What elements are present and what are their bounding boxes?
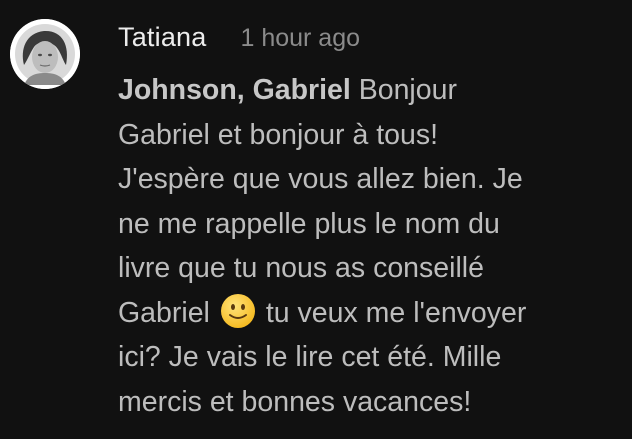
- avatar-photo: [10, 19, 80, 89]
- avatar[interactable]: [10, 19, 80, 89]
- comment-meta: Tatiana 1 hour ago: [118, 22, 618, 62]
- text-segment: mercis et bonnes vacances!: [118, 385, 472, 418]
- text-segment: livre que tu nous as conseillé: [118, 252, 484, 284]
- text-segment: Gabriel: [118, 296, 210, 329]
- text-segment: ne me rappelle plus le nom du: [118, 207, 500, 240]
- text-segment: Gabriel et bonjour à tous!: [118, 118, 439, 151]
- user-mention[interactable]: Johnson, Gabriel: [118, 74, 351, 106]
- text-segment: tu veux me l'envoyer: [265, 296, 527, 329]
- comment-text: Johnson, Gabriel Bonjour Gabriel et bonj…: [118, 68, 618, 424]
- smiling-face-icon: [220, 293, 256, 329]
- text-segment: J'espère que vous allez bien. Je: [118, 163, 523, 195]
- text-segment: ici? Je vais le lire cet été. Mille: [118, 341, 502, 373]
- text-segment: Bonjour: [358, 74, 457, 106]
- author-name[interactable]: Tatiana: [118, 22, 206, 53]
- comment: Tatiana 1 hour ago Johnson, Gabriel Bonj…: [0, 0, 632, 439]
- comment-content: Tatiana 1 hour ago Johnson, Gabriel Bonj…: [118, 22, 618, 424]
- timestamp: 1 hour ago: [240, 24, 361, 52]
